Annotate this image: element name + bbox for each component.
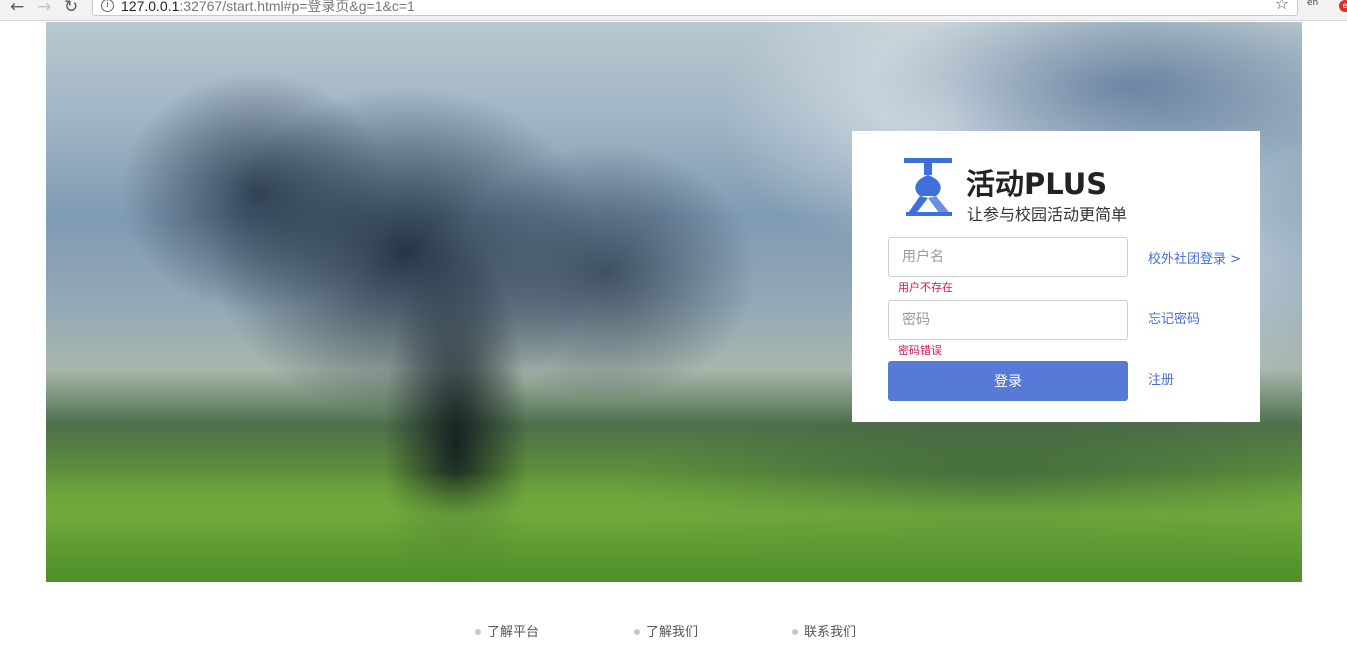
forward-icon[interactable]: → xyxy=(37,0,51,17)
username-error-message: 用户不存在 xyxy=(898,281,953,294)
brand-slogan: 让参与校园活动更简单 xyxy=(967,205,1128,224)
reload-icon[interactable]: ↻ xyxy=(64,0,78,17)
extension-icon[interactable]: en xyxy=(1307,0,1325,14)
footer-link-about-platform[interactable]: 了解平台 xyxy=(475,621,539,640)
login-button[interactable]: 登录 xyxy=(888,361,1128,401)
forgot-password-link[interactable]: 忘记密码 xyxy=(1148,308,1200,327)
logo-icon xyxy=(904,158,952,216)
brand-title: 活动PLUS xyxy=(966,167,1108,201)
address-bar[interactable]: i 127.0.0.1:32767/start.html#p=登录页&g=1&c… xyxy=(92,0,1298,16)
browser-toolbar: ← → ↻ i 127.0.0.1:32767/start.html#p=登录页… xyxy=(0,0,1347,21)
extension-badge-icon[interactable]: e xyxy=(1339,0,1347,12)
back-icon[interactable]: ← xyxy=(10,0,24,17)
footer-link-label: 了解我们 xyxy=(646,625,699,640)
bullet-icon xyxy=(475,628,481,635)
info-icon[interactable]: i xyxy=(101,0,114,12)
username-input[interactable] xyxy=(888,237,1128,277)
register-link[interactable]: 注册 xyxy=(1148,369,1174,388)
bullet-icon xyxy=(792,628,798,635)
bullet-icon xyxy=(634,628,640,635)
bookmark-star-icon[interactable]: ☆ xyxy=(1275,0,1289,13)
club-login-link[interactable]: 校外社团登录 > xyxy=(1148,248,1241,267)
login-card: 活动PLUS 让参与校园活动更简单 用户不存在 密码错误 登录 校外社团登录 >… xyxy=(852,131,1260,422)
footer-link-label: 了解平台 xyxy=(487,625,540,640)
password-input[interactable] xyxy=(888,300,1128,340)
url-host: 127.0.0.1 xyxy=(121,0,180,14)
grass-region xyxy=(46,472,1302,582)
footer-link-contact-us[interactable]: 联系我们 xyxy=(792,621,856,640)
url-text[interactable]: 127.0.0.1:32767/start.html#p=登录页&g=1&c=1 xyxy=(121,0,415,16)
password-error-message: 密码错误 xyxy=(898,344,942,357)
url-path: :32767/start.html#p=登录页&g=1&c=1 xyxy=(179,0,415,14)
footer-link-label: 联系我们 xyxy=(804,625,857,640)
footer-link-about-us[interactable]: 了解我们 xyxy=(634,621,698,640)
